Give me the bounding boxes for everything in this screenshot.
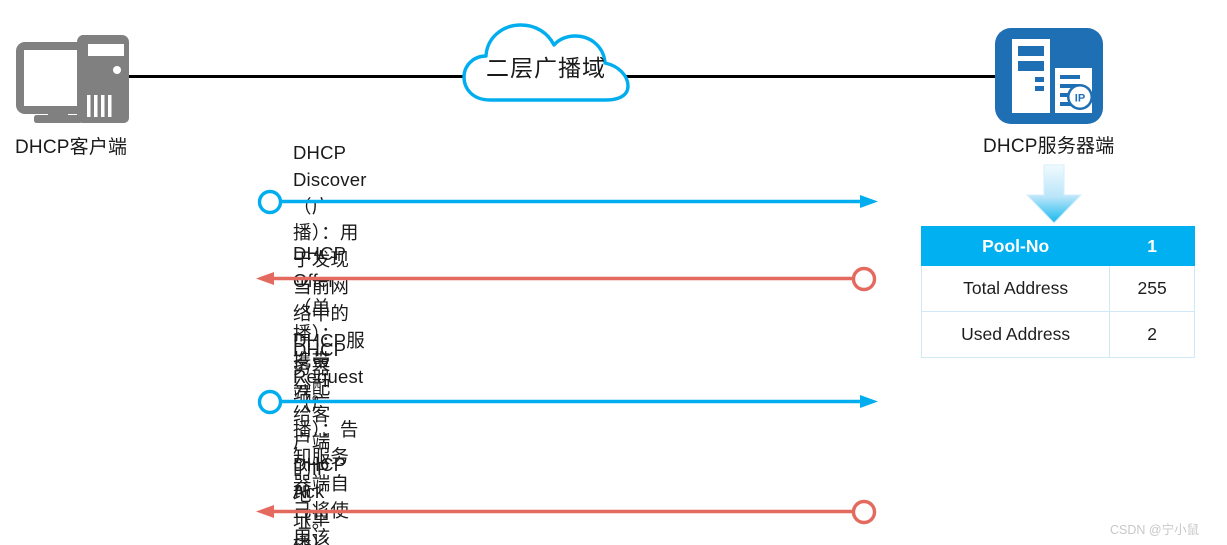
watermark-text: CSDN @宁小鼠 [1110,523,1200,537]
dhcp-discover-arrow [257,189,878,215]
desktop-computer-icon [12,25,138,125]
table-row: Total Address 255 [920,265,1195,312]
svg-text:IP: IP [1075,93,1085,105]
table-header-value: 1 [1109,226,1195,266]
table-cell-label: Total Address [920,265,1111,312]
cloud-icon: 二层广播域 [460,14,632,114]
dhcp-request-arrow [257,389,878,415]
table-row: Used Address 2 [920,311,1195,358]
table-cell-value: 255 [1109,265,1195,312]
table-header-label: Pool-No [920,226,1111,266]
table-header-row: Pool-No 1 [920,226,1195,266]
address-pool-table: Pool-No 1 Total Address 255 Used Address… [920,226,1195,358]
cloud-label: 二层广播域 [486,55,606,81]
server-node-label: DHCP服务器端 [983,136,1115,157]
arrow-down-icon [1018,163,1090,225]
dhcp-ack-arrow [256,499,877,525]
dhcp-offer-arrow [256,266,877,292]
client-node-label: DHCP客户端 [15,137,128,158]
diagram-canvas: DHCP客户端 二层广播域 IP DHCP服务器端 Pool-No 1 Tota… [0,0,1227,545]
table-cell-label: Used Address [920,311,1111,358]
server-ip-icon: IP [995,28,1103,124]
table-cell-value: 2 [1109,311,1195,358]
